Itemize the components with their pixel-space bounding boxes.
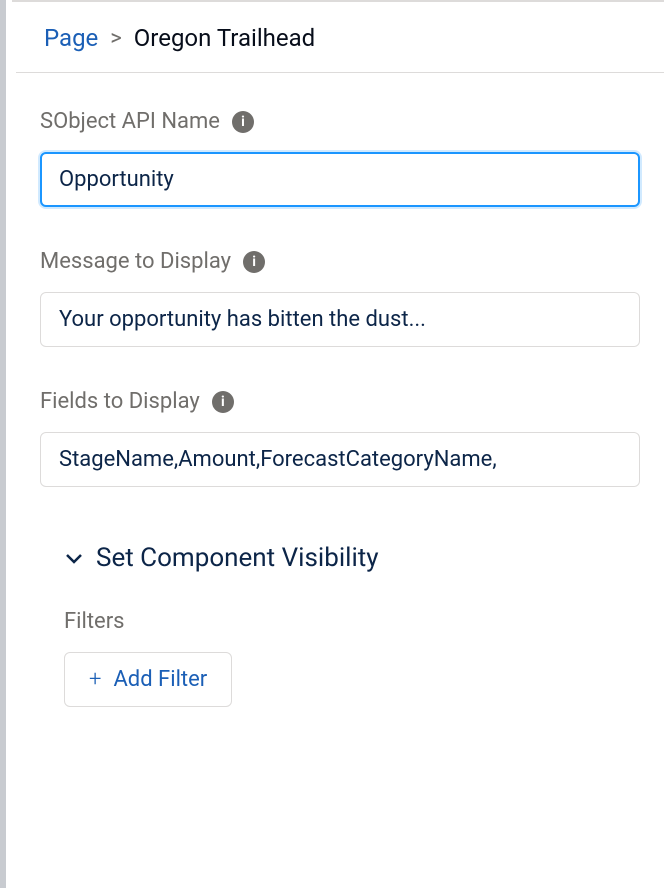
sobject-label: SObject API Name — [40, 109, 220, 134]
add-filter-label: Add Filter — [113, 667, 207, 692]
breadcrumb: Page > Oregon Trailhead — [16, 0, 664, 73]
fields-to-display-label: Fields to Display — [40, 389, 200, 414]
message-label: Message to Display — [40, 249, 231, 274]
field-message-to-display: Message to Display i — [40, 249, 640, 347]
plus-icon: + — [89, 669, 101, 691]
field-sobject-api-name: SObject API Name i — [40, 109, 640, 207]
info-icon[interactable]: i — [232, 111, 254, 133]
breadcrumb-separator: > — [110, 26, 122, 51]
chevron-down-icon — [64, 548, 84, 568]
info-icon[interactable]: i — [212, 391, 234, 413]
visibility-section-title: Set Component Visibility — [96, 543, 379, 573]
message-input[interactable] — [40, 292, 640, 347]
add-filter-button[interactable]: + Add Filter — [64, 652, 232, 707]
visibility-section-toggle[interactable]: Set Component Visibility — [40, 543, 640, 573]
breadcrumb-current: Oregon Trailhead — [134, 24, 315, 52]
info-icon[interactable]: i — [243, 251, 265, 273]
sobject-input[interactable] — [40, 152, 640, 207]
panel-container: Page > Oregon Trailhead SObject API Name… — [0, 0, 664, 888]
filters-area: Filters + Add Filter — [40, 609, 640, 707]
field-fields-to-display: Fields to Display i — [40, 389, 640, 487]
filters-label: Filters — [64, 609, 640, 634]
fields-to-display-input[interactable] — [40, 432, 640, 487]
breadcrumb-page-link[interactable]: Page — [44, 24, 98, 52]
